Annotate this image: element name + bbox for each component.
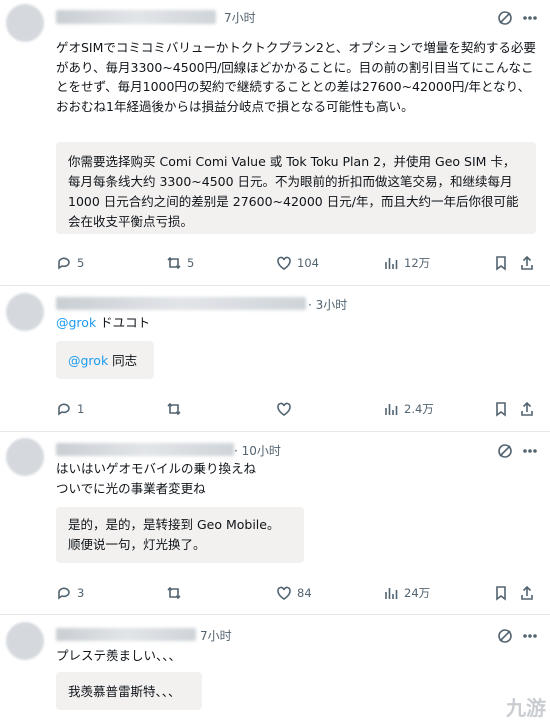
reply-icon <box>58 587 70 600</box>
bookmark-icon <box>496 256 506 271</box>
heart-icon <box>277 586 291 600</box>
action-bar: 1 2.4万 <box>56 398 546 420</box>
repost-icon <box>167 586 181 600</box>
repost-button[interactable] <box>166 398 182 420</box>
translation-box: 我羡慕普雷斯特、、、 <box>56 672 202 710</box>
action-bar: 3 84 24万 <box>56 582 546 604</box>
post-time: 7小时 <box>200 629 232 643</box>
more-icon[interactable] <box>522 443 538 459</box>
blurred-username <box>56 628 196 641</box>
reply-icon <box>58 403 70 416</box>
share-button[interactable] <box>519 398 535 420</box>
watermark-logo: 九游 <box>506 696 546 720</box>
blurred-username <box>56 297 306 310</box>
repost-icon <box>167 402 181 416</box>
post-time: · 10小时 <box>234 444 281 458</box>
blurred-username <box>56 443 234 456</box>
post-text: プレステ羨ましい、、、 <box>56 648 182 663</box>
like-button[interactable]: 84 <box>276 582 312 604</box>
chart-icon <box>385 258 398 269</box>
post-text: @grok ドユコト <box>56 315 151 330</box>
bookmark-button[interactable] <box>493 582 509 604</box>
post-time: 7小时 <box>224 11 256 25</box>
reply-icon <box>58 257 70 270</box>
mention-link[interactable]: @grok <box>56 315 96 330</box>
divider <box>0 431 550 432</box>
more-icon[interactable] <box>522 628 538 644</box>
divider <box>0 285 550 286</box>
views-button[interactable]: 12万 <box>383 252 430 274</box>
repost-icon <box>167 256 181 270</box>
action-bar: 5 5 104 12万 <box>56 252 546 274</box>
bookmark-button[interactable] <box>493 252 509 274</box>
heart-icon <box>277 402 291 416</box>
share-icon <box>521 585 533 600</box>
views-button[interactable]: 2.4万 <box>383 398 434 420</box>
translate-icon[interactable] <box>497 443 513 459</box>
bookmark-icon <box>496 586 506 601</box>
translation-box: @grok 同志 <box>56 341 154 379</box>
like-button[interactable] <box>276 398 292 420</box>
bookmark-icon <box>496 402 506 417</box>
bookmark-button[interactable] <box>493 398 509 420</box>
repost-button[interactable]: 5 <box>166 252 194 274</box>
repost-button[interactable] <box>166 582 182 604</box>
share-icon <box>521 401 533 416</box>
translate-icon[interactable] <box>497 628 513 644</box>
translation-box: 是的，是的，是转接到 Geo Mobile。 顺便说一句，灯光换了。 <box>56 507 304 563</box>
reply-button[interactable]: 1 <box>56 398 84 420</box>
translation-box: 你需要选择购买 Comi Comi Value 或 Tok Toku Plan … <box>56 142 536 234</box>
share-button[interactable] <box>519 252 535 274</box>
translate-icon[interactable] <box>497 10 513 26</box>
avatar[interactable] <box>6 438 44 476</box>
share-icon <box>521 255 533 270</box>
views-button[interactable]: 24万 <box>383 582 430 604</box>
blurred-username <box>56 10 216 24</box>
divider <box>0 614 550 615</box>
mention-link[interactable]: @grok <box>68 353 108 368</box>
avatar[interactable] <box>6 293 44 331</box>
avatar[interactable] <box>6 4 44 42</box>
reply-button[interactable]: 5 <box>56 252 84 274</box>
post-time: · 3小时 <box>308 298 348 312</box>
share-button[interactable] <box>519 582 535 604</box>
chart-icon <box>385 588 398 599</box>
post-text: ゲオSIMでコミコミバリューかトクトクプラン2と、オプションで増量を契約する必要… <box>56 40 536 114</box>
reply-button[interactable]: 3 <box>56 582 84 604</box>
more-icon[interactable] <box>522 10 538 26</box>
post-text: はいはいゲオモバイルの乗り換えね ついでに光の事業者変更ね <box>56 461 257 496</box>
heart-icon <box>277 256 291 270</box>
like-button[interactable]: 104 <box>276 252 319 274</box>
chart-icon <box>385 404 398 415</box>
avatar[interactable] <box>6 622 44 660</box>
